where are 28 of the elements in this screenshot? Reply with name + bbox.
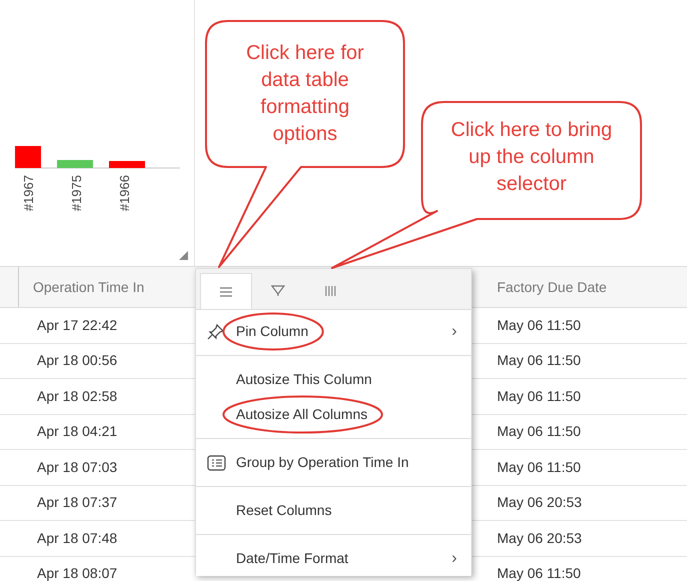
table-cell: May 06 11:50 bbox=[480, 344, 687, 379]
table-cell: May 06 11:50 bbox=[480, 414, 687, 450]
bar-label: #1967 bbox=[21, 175, 36, 212]
filter-icon bbox=[270, 284, 286, 298]
resize-handle-icon[interactable] bbox=[179, 251, 188, 260]
table-cell: May 06 20:53 bbox=[480, 521, 687, 556]
list-icon bbox=[206, 454, 228, 472]
header-background bbox=[0, 266, 18, 308]
table-cell: May 06 20:53 bbox=[480, 486, 687, 521]
menu-icon bbox=[218, 284, 234, 298]
menu-item[interactable]: Pin Column › bbox=[196, 314, 471, 349]
chevron-icon: › bbox=[452, 320, 457, 344]
menu-item[interactable]: Date/Time Format › bbox=[196, 541, 471, 576]
menu-item[interactable]: Autosize This Column bbox=[196, 362, 471, 397]
bar-label: #1966 bbox=[117, 175, 132, 212]
bar-label: #1975 bbox=[69, 175, 84, 212]
menu-item[interactable]: Group by Operation Time In bbox=[196, 445, 471, 480]
column-header[interactable]: Operation Time In bbox=[18, 266, 195, 308]
callout-text: Click here to bring up the column selector bbox=[450, 118, 614, 197]
menu-item[interactable]: Autosize All Columns bbox=[196, 397, 471, 432]
menu-item[interactable]: Reset Columns bbox=[196, 493, 471, 528]
callout-text: Click here for data table formatting options bbox=[245, 41, 365, 147]
table-cell: May 06 11:50 bbox=[480, 450, 687, 486]
column-header[interactable]: Factory Due Date bbox=[480, 266, 687, 308]
table-cell: May 06 11:50 bbox=[480, 556, 687, 581]
table-cell: May 06 11:50 bbox=[480, 308, 687, 344]
table-cell: May 06 11:50 bbox=[480, 379, 687, 414]
chevron-icon: › bbox=[452, 546, 457, 570]
